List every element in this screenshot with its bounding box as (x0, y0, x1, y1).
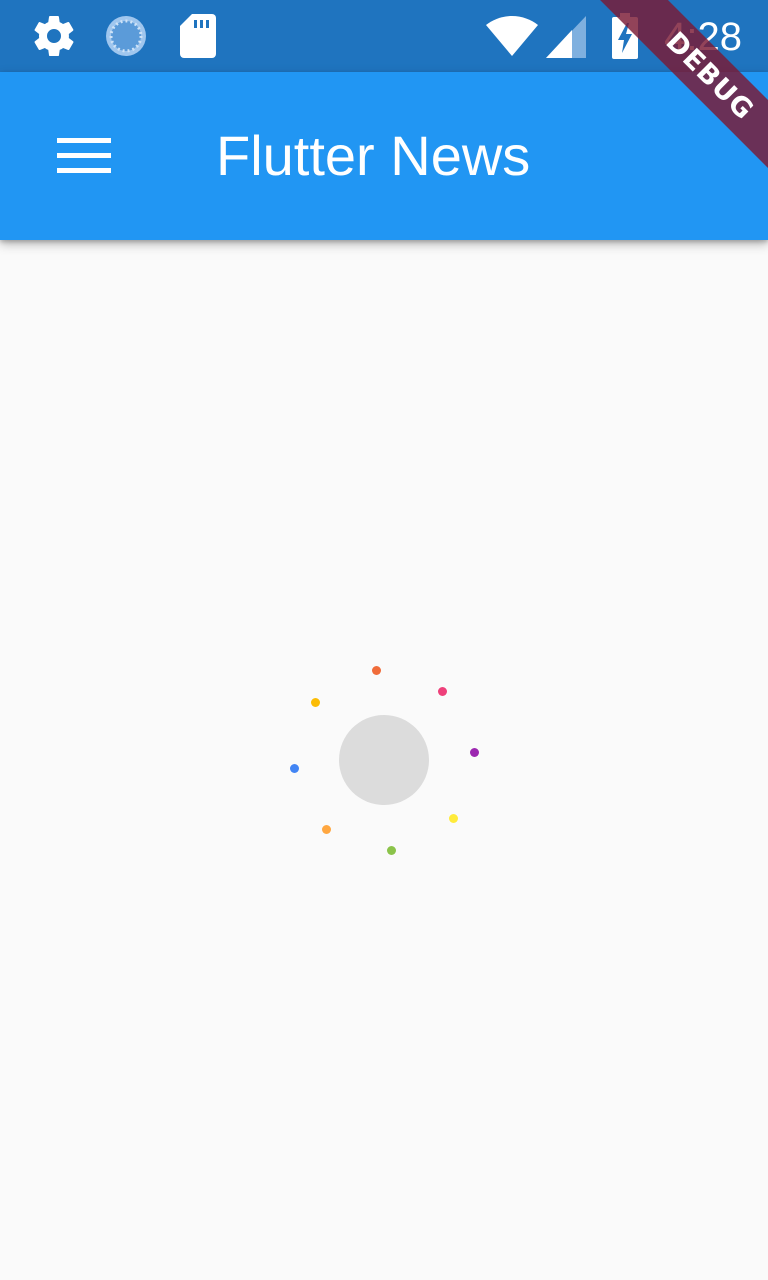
battery-charging-icon (612, 13, 638, 64)
page-title: Flutter News (216, 124, 531, 187)
settings-icon (30, 12, 78, 65)
wifi-icon (486, 16, 538, 61)
loading-dot (449, 814, 458, 823)
app-bar: Flutter News (0, 72, 768, 240)
cellular-signal-icon (546, 16, 586, 63)
loading-dot (387, 846, 396, 855)
hamburger-menu-icon (57, 138, 111, 174)
status-bar: 4:28 (0, 0, 768, 72)
loading-dot (438, 687, 447, 696)
loading-dot (372, 666, 381, 675)
loading-circle (339, 715, 429, 805)
loading-dot (290, 764, 299, 773)
loading-dot (322, 825, 331, 834)
sync-icon (102, 12, 150, 65)
status-time: 4:28 (664, 15, 742, 59)
sd-card-icon (178, 12, 218, 65)
menu-button[interactable] (40, 116, 128, 196)
loading-dot (470, 748, 479, 757)
loading-dot (311, 698, 320, 707)
